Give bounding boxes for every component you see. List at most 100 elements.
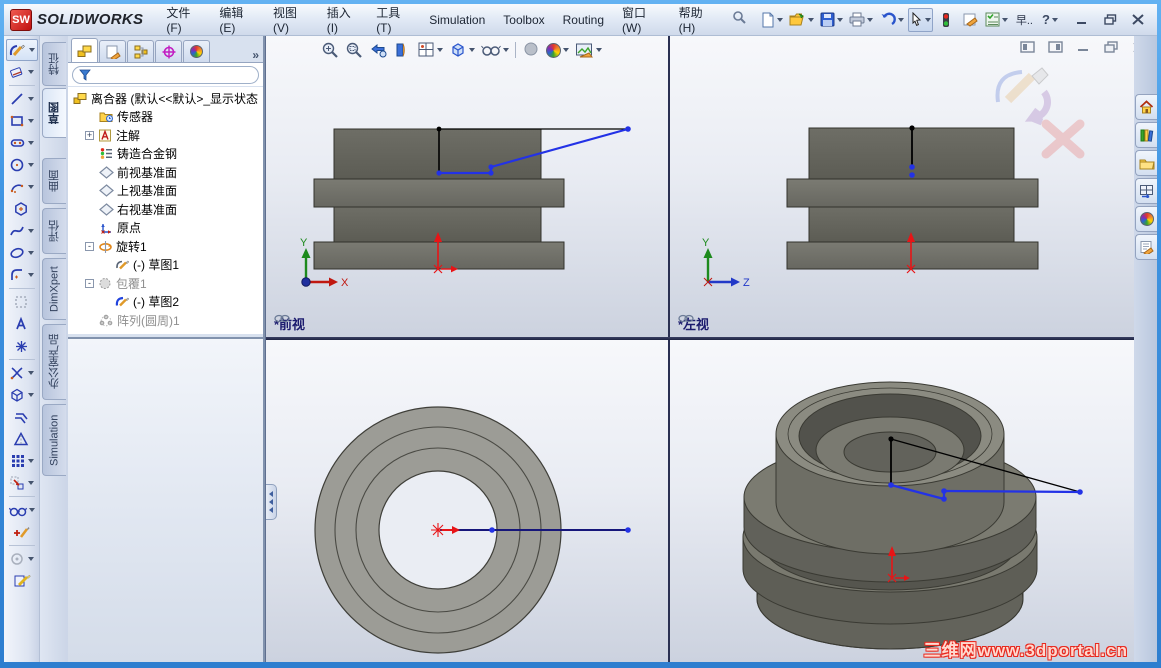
mirror-entities-button[interactable] <box>6 428 38 450</box>
tab-dimxpert[interactable]: DimXpert <box>42 258 66 320</box>
point-tool-button[interactable] <box>6 335 38 357</box>
slot-tool-button[interactable] <box>6 132 38 154</box>
menu-insert[interactable]: 插入(I) <box>318 4 367 35</box>
hide-show-items-button[interactable] <box>481 39 509 61</box>
save-dropdown-icon[interactable] <box>836 17 843 22</box>
close-button[interactable] <box>1127 12 1149 28</box>
propertymanager-tab[interactable] <box>99 40 126 62</box>
tab-sketch[interactable]: 草图 <box>42 88 66 138</box>
viewport-horizontal-splitter[interactable] <box>266 337 1134 340</box>
pane-right-toggle-button[interactable] <box>1046 40 1064 54</box>
rapid-sketch-button[interactable] <box>6 570 38 592</box>
viewport-vertical-splitter[interactable] <box>668 36 670 662</box>
feature-filter-box[interactable] <box>72 65 259 84</box>
circle-tool-button[interactable] <box>6 154 38 176</box>
tab-surfaces[interactable]: 曲面 <box>42 158 66 204</box>
tab-office-products[interactable]: 办公室产品 <box>42 324 66 400</box>
checker-dropdown-icon[interactable] <box>1001 17 1008 22</box>
open-button[interactable] <box>787 8 816 32</box>
display-style-dropdown-icon[interactable] <box>469 48 475 52</box>
cancel-sketch-icon[interactable] <box>1041 119 1085 159</box>
trim-dropdown-icon[interactable] <box>28 371 34 375</box>
viewport-front-canvas[interactable]: Y X <box>266 36 668 337</box>
arc-tool-button[interactable] <box>6 176 38 198</box>
comment-button[interactable] <box>959 8 981 32</box>
display-relations-button[interactable] <box>6 499 38 521</box>
displaymanager-tab[interactable] <box>183 40 210 62</box>
sketch-dropdown-icon[interactable] <box>29 48 35 52</box>
appearances-tab[interactable] <box>1135 206 1157 232</box>
circle-dropdown-icon[interactable] <box>28 163 34 167</box>
arc-dropdown-icon[interactable] <box>28 185 34 189</box>
menu-edit[interactable]: 编辑(E) <box>210 4 264 35</box>
menu-routing[interactable]: Routing <box>554 4 613 35</box>
sketch-tool-button[interactable] <box>5 39 38 61</box>
select-tool-button[interactable] <box>907 7 933 32</box>
menu-simulation[interactable]: Simulation <box>420 4 494 35</box>
convert-entities-button[interactable] <box>6 384 38 406</box>
tree-item-sketch1[interactable]: (-) 草图1 <box>68 256 263 275</box>
sketch-picture-button[interactable] <box>6 291 38 313</box>
apply-scene-button[interactable] <box>575 39 602 61</box>
tree-item-front-plane[interactable]: 前视基准面 <box>68 163 263 182</box>
print-button[interactable] <box>847 8 875 32</box>
tree-item-material[interactable]: 铸造合金钢 <box>68 145 263 164</box>
trim-entities-button[interactable] <box>6 362 38 384</box>
pane-left-toggle-button[interactable] <box>1018 40 1036 54</box>
polygon-tool-button[interactable] <box>6 198 38 220</box>
help-button[interactable]: ? <box>1039 8 1061 32</box>
rectangle-dropdown-icon[interactable] <box>28 119 34 123</box>
smart-dimension-button[interactable] <box>6 61 38 83</box>
tree-item-right-plane[interactable]: 右视基准面 <box>68 200 263 219</box>
viewport-isometric-canvas[interactable] <box>670 340 1134 662</box>
block-dropdown-icon[interactable] <box>28 557 34 561</box>
tree-item-sketch2[interactable]: (-) 草图2 <box>68 293 263 312</box>
print-dropdown-icon[interactable] <box>866 17 873 22</box>
menu-help[interactable]: 帮助(H) <box>670 4 724 35</box>
doc-restore-button[interactable] <box>1102 40 1120 54</box>
tree-item-wrap1[interactable]: - 包覆1 <box>68 274 263 293</box>
move-dropdown-icon[interactable] <box>28 481 34 485</box>
menu-tools[interactable]: 工具(T) <box>367 4 420 35</box>
screen-capture-button[interactable]: 早.. <box>1012 8 1037 32</box>
shadows-button[interactable] <box>522 39 540 61</box>
help-dropdown-icon[interactable] <box>1051 17 1058 22</box>
make-block-button[interactable] <box>6 548 38 570</box>
tree-item-sensors[interactable]: 传感器 <box>68 108 263 127</box>
menu-window[interactable]: 窗口(W) <box>613 4 670 35</box>
tree-item-top-plane[interactable]: 上视基准面 <box>68 182 263 201</box>
tree-item-revolve1[interactable]: - 旋转1 <box>68 237 263 256</box>
tree-item-origin[interactable]: 原点 <box>68 219 263 238</box>
panel-collapse-tab[interactable] <box>266 484 277 520</box>
fillet-tool-button[interactable] <box>6 264 38 286</box>
open-dropdown-icon[interactable] <box>807 17 814 22</box>
ellipse-dropdown-icon[interactable] <box>28 251 34 255</box>
tab-features[interactable]: 特征 <box>42 42 66 86</box>
tab-overflow-icon[interactable]: » <box>252 48 259 62</box>
configurationmanager-tab[interactable] <box>127 40 154 62</box>
collapse-icon[interactable]: - <box>85 278 94 288</box>
edit-appearance-button[interactable] <box>546 39 569 61</box>
expand-icon[interactable]: + <box>85 130 94 140</box>
zoom-to-fit-button[interactable] <box>321 39 339 61</box>
tab-simulation[interactable]: Simulation <box>42 404 66 476</box>
spline-tool-button[interactable] <box>6 220 38 242</box>
convert-dropdown-icon[interactable] <box>28 393 34 397</box>
collapse-icon[interactable]: - <box>85 241 94 251</box>
line-dropdown-icon[interactable] <box>28 97 34 101</box>
move-entities-button[interactable] <box>6 472 38 494</box>
minimize-button[interactable] <box>1071 12 1093 28</box>
tab-evaluate[interactable]: 评估 <box>42 208 66 254</box>
menu-file[interactable]: 文件(F) <box>157 4 210 35</box>
rectangle-tool-button[interactable] <box>6 110 38 132</box>
menu-pin-icon[interactable] <box>732 10 746 29</box>
appearance-dropdown-icon[interactable] <box>563 48 569 52</box>
undo-dropdown-icon[interactable] <box>897 17 904 22</box>
design-checker-button[interactable] <box>983 8 1010 32</box>
interference-check-button[interactable] <box>935 8 957 32</box>
file-explorer-tab[interactable] <box>1135 150 1157 176</box>
hide-show-dropdown-icon[interactable] <box>503 48 509 52</box>
home-tab[interactable] <box>1135 94 1157 120</box>
relations-dropdown-icon[interactable] <box>28 508 35 512</box>
undo-button[interactable] <box>877 8 906 32</box>
